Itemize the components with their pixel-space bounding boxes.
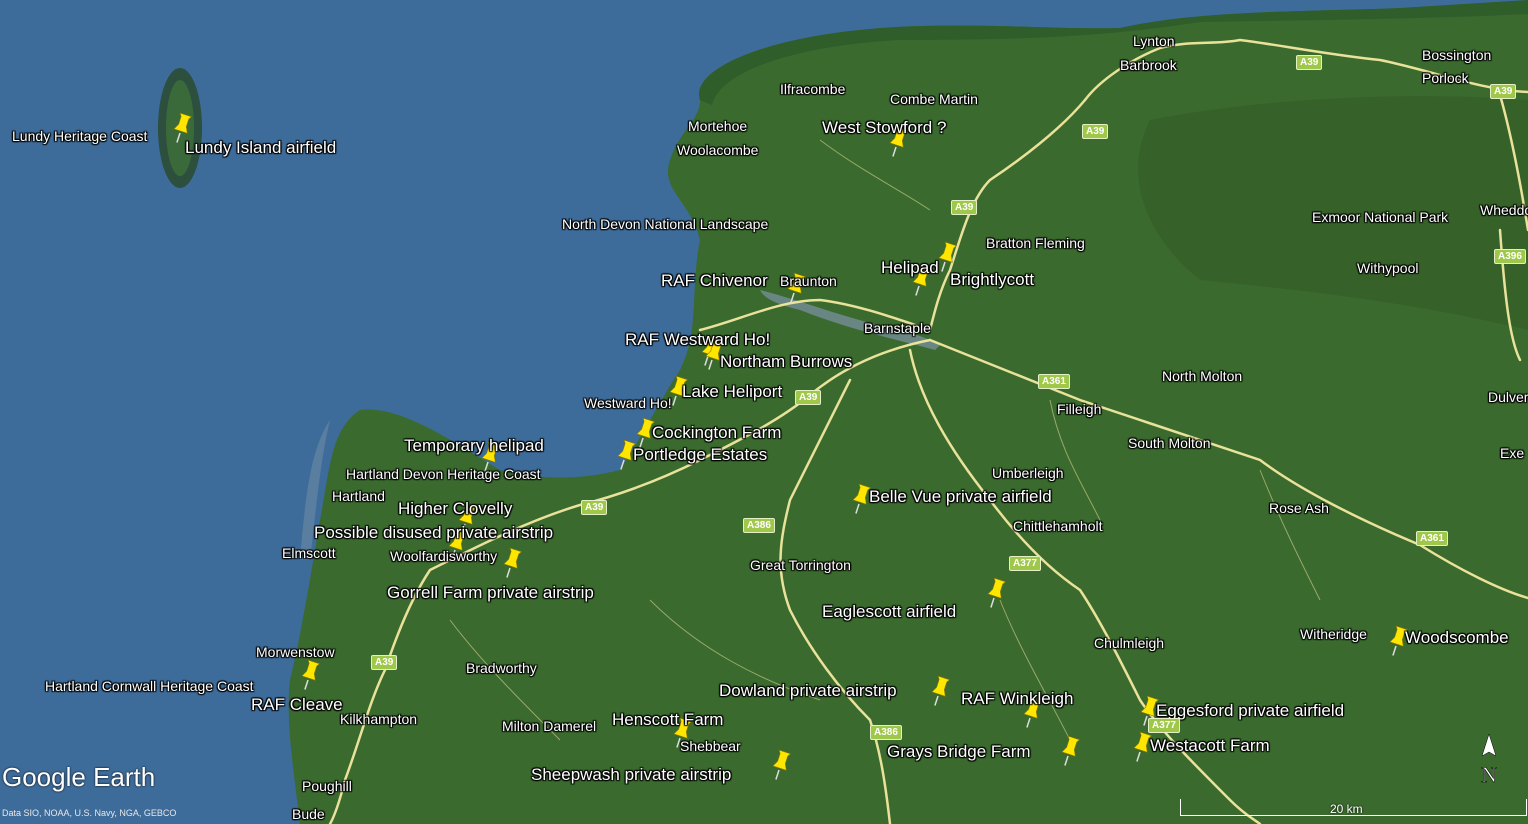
road-shield-a377: A377	[1148, 718, 1180, 733]
poi-label-west-stowford[interactable]: West Stowford ?	[822, 119, 946, 136]
road-shield-a361: A361	[1416, 531, 1448, 546]
poi-label-helipad[interactable]: Helipad	[881, 259, 939, 276]
poi-label-henscott-farm[interactable]: Henscott Farm	[612, 711, 723, 728]
place-label-witheridge: Witheridge	[1300, 626, 1367, 642]
place-label-lundy-heritage-coast: Lundy Heritage Coast	[12, 128, 148, 144]
place-label-woolacombe: Woolacombe	[677, 142, 759, 158]
road-shield-a361: A361	[1038, 374, 1070, 389]
place-label-rose-ash: Rose Ash	[1269, 500, 1329, 516]
place-label-morwenstow: Morwenstow	[256, 644, 335, 660]
poi-label-temporary-helipad[interactable]: Temporary helipad	[404, 437, 544, 454]
road-shield-a39: A39	[951, 200, 978, 215]
poi-label-raf-winkleigh[interactable]: RAF Winkleigh	[961, 690, 1073, 707]
place-label-combe-martin: Combe Martin	[890, 91, 978, 107]
place-label-filleigh: Filleigh	[1057, 401, 1102, 417]
place-label-withypool: Withypool	[1357, 260, 1419, 276]
place-label-hartland-cornwall-heritage-coast: Hartland Cornwall Heritage Coast	[45, 678, 254, 694]
poi-label-raf-westward-ho[interactable]: RAF Westward Ho!	[625, 331, 770, 348]
poi-label-higher-clovelly[interactable]: Higher Clovelly	[398, 500, 512, 517]
place-label-kilkhampton: Kilkhampton	[340, 711, 418, 727]
google-earth-logo: Google Earth	[2, 762, 156, 792]
place-label-ilfracombe: Ilfracombe	[780, 81, 846, 97]
place-label-braunton: Braunton	[780, 273, 837, 289]
place-label-wheddon: Wheddon	[1480, 202, 1528, 218]
place-label-bradworthy: Bradworthy	[466, 660, 537, 676]
north-compass-icon[interactable]: N	[1476, 732, 1502, 788]
road-shield-a39: A39	[581, 500, 608, 515]
place-label-chittlehamholt: Chittlehamholt	[1013, 518, 1103, 534]
poi-label-lake-heliport[interactable]: Lake Heliport	[682, 383, 782, 400]
place-label-exmoor-national-park: Exmoor National Park	[1312, 209, 1449, 225]
poi-label-gorrell-farm-private-airstrip[interactable]: Gorrell Farm private airstrip	[387, 584, 594, 601]
poi-label-raf-cleave[interactable]: RAF Cleave	[251, 696, 343, 713]
place-label-exe: Exe	[1500, 445, 1525, 461]
road-shield-a396: A396	[1494, 249, 1526, 264]
place-label-chulmleigh: Chulmleigh	[1094, 635, 1165, 651]
place-label-dulver: Dulver	[1488, 389, 1528, 405]
road-shield-a39: A39	[795, 390, 822, 405]
place-label-woolfardisworthy: Woolfardisworthy	[390, 548, 498, 564]
poi-label-brightlycott[interactable]: Brightlycott	[950, 271, 1034, 288]
poi-label-northam-burrows[interactable]: Northam Burrows	[720, 353, 852, 370]
poi-label-eaglescott-airfield[interactable]: Eaglescott airfield	[822, 603, 956, 620]
poi-label-grays-bridge-farm[interactable]: Grays Bridge Farm	[887, 743, 1031, 760]
road-shield-a39: A39	[371, 655, 398, 670]
poi-label-portledge-estates[interactable]: Portledge Estates	[633, 446, 767, 463]
place-label-shebbear: Shebbear	[680, 738, 741, 754]
road-shield-a386: A386	[870, 725, 902, 740]
road-shield-a386: A386	[743, 518, 775, 533]
place-label-north-devon-national-landscape: North Devon National Landscape	[562, 216, 769, 232]
poi-label-possible-disused-private-airstrip[interactable]: Possible disused private airstrip	[314, 524, 553, 541]
place-label-hartland-devon-heritage-coast: Hartland Devon Heritage Coast	[346, 466, 541, 482]
place-label-north-molton: North Molton	[1162, 368, 1243, 384]
poi-label-sheepwash-private-airstrip[interactable]: Sheepwash private airstrip	[531, 766, 731, 783]
poi-label-lundy-island-airfield[interactable]: Lundy Island airfield	[185, 139, 336, 156]
poi-label-eggesford-private-airfield[interactable]: Eggesford private airfield	[1156, 702, 1344, 719]
poi-label-raf-chivenor[interactable]: RAF Chivenor	[661, 272, 768, 289]
poi-label-dowland-private-airstrip[interactable]: Dowland private airstrip	[719, 682, 897, 699]
place-label-bossington: Bossington	[1422, 47, 1492, 63]
place-label-poughill: Poughill	[302, 778, 352, 794]
poi-label-westacott-farm[interactable]: Westacott Farm	[1150, 737, 1270, 754]
road-shield-a377: A377	[1009, 556, 1041, 571]
place-label-barnstaple: Barnstaple	[864, 320, 931, 336]
compass-label: N	[1481, 762, 1497, 787]
place-label-milton-damerel: Milton Damerel	[502, 718, 597, 734]
road-shield-a39: A39	[1082, 124, 1109, 139]
place-label-bude: Bude	[292, 806, 325, 822]
poi-label-cockington-farm[interactable]: Cockington Farm	[652, 424, 781, 441]
place-label-elmscott: Elmscott	[282, 545, 336, 561]
place-label-mortehoe: Mortehoe	[688, 118, 748, 134]
place-label-bratton-fleming: Bratton Fleming	[986, 235, 1085, 251]
place-label-westward-ho: Westward Ho!	[584, 395, 672, 411]
place-label-umberleigh: Umberleigh	[992, 465, 1064, 481]
road-shield-a39: A39	[1296, 55, 1323, 70]
place-label-barbrook: Barbrook	[1120, 57, 1177, 73]
data-attribution: Data SIO, NOAA, U.S. Navy, NGA, GEBCO	[2, 808, 177, 818]
place-label-porlock: Porlock	[1422, 70, 1469, 86]
poi-label-woodscombe[interactable]: Woodscombe	[1405, 629, 1509, 646]
place-label-hartland: Hartland	[332, 488, 385, 504]
place-label-lynton: Lynton	[1133, 33, 1175, 49]
poi-label-belle-vue-private-airfield[interactable]: Belle Vue private airfield	[869, 488, 1052, 505]
road-shield-a39: A39	[1490, 84, 1517, 99]
scale-bar-label: 20 km	[1330, 802, 1363, 816]
place-label-south-molton: South Molton	[1128, 435, 1211, 451]
place-label-great-torrington: Great Torrington	[750, 557, 851, 573]
